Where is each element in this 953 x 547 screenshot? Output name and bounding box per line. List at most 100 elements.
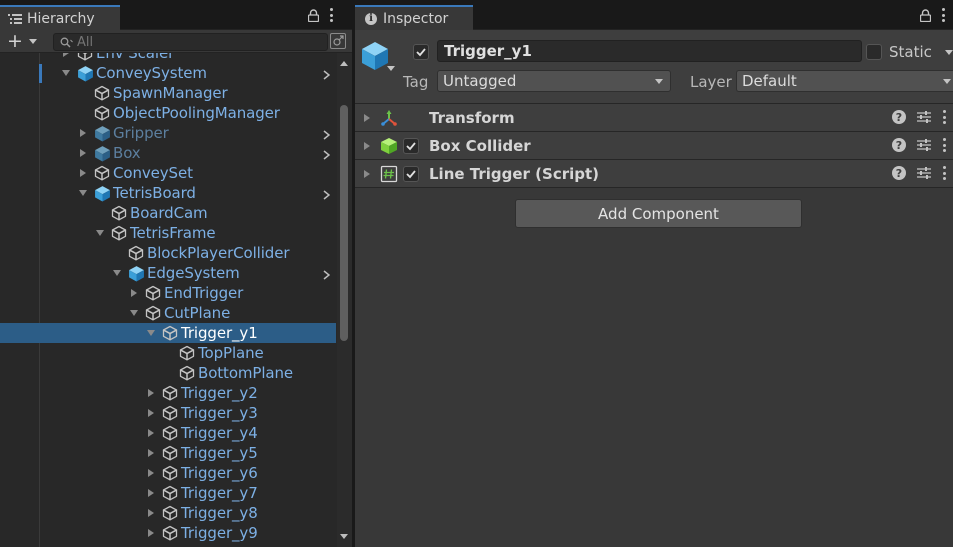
more-options-icon[interactable] [329,8,333,22]
collapse-arrow-icon[interactable] [60,63,72,83]
layer-dropdown[interactable]: Default [736,70,953,92]
tree-row[interactable]: ConveySet [0,163,336,183]
open-prefab-arrow-icon[interactable] [323,268,331,280]
transform-icon [381,110,397,126]
tree-row[interactable]: TetrisFrame [0,223,336,243]
tree-row[interactable]: Trigger_y5 [0,443,336,463]
tree-row[interactable]: SpawnManager [0,83,336,103]
expand-arrow-icon[interactable] [145,383,157,403]
component-tools: ? [892,110,946,124]
tab-inspector[interactable]: i Inspector [355,5,473,30]
tree-row-selected[interactable]: Trigger_y1 [0,323,336,343]
tree-row[interactable]: Trigger_y2 [0,383,336,403]
expand-arrow-icon[interactable] [364,142,370,150]
help-icon[interactable]: ? [892,166,906,180]
lock-icon[interactable] [920,8,931,22]
scrollbar-thumb[interactable] [340,105,348,341]
expand-arrow-icon[interactable] [145,423,157,443]
component-enabled-checkbox[interactable] [403,166,419,182]
open-prefab-arrow-icon[interactable] [323,68,331,80]
tree-row[interactable]: ConveySystem [0,63,336,83]
tree-row[interactable]: CutPlane [0,303,336,323]
more-options-icon[interactable] [941,8,945,22]
component-line-trigger[interactable]: Line Trigger (Script) ? [355,160,953,188]
expand-arrow-icon[interactable] [77,123,89,143]
collapse-arrow-icon[interactable] [94,223,106,243]
tree-row[interactable]: TopPlane [0,343,336,363]
create-dropdown-icon[interactable] [29,39,37,44]
static-checkbox[interactable] [866,44,882,60]
tree-row[interactable]: Gripper [0,123,336,143]
expand-arrow-icon[interactable] [145,443,157,463]
tree-row[interactable]: TetrisBoard [0,183,336,203]
open-prefab-arrow-icon[interactable] [323,148,331,160]
open-prefab-arrow-icon[interactable] [323,128,331,140]
static-dropdown-icon[interactable] [945,50,953,55]
tree-row[interactable]: EdgeSystem [0,263,336,283]
expand-arrow-icon[interactable] [60,53,72,63]
tree-row[interactable]: ObjectPoolingManager [0,103,336,123]
tree-row-label: TopPlane [198,344,264,362]
collapse-arrow-icon[interactable] [128,303,140,323]
expand-arrow-icon[interactable] [128,283,140,303]
open-prefab-arrow-icon[interactable] [323,188,331,200]
tree-row[interactable]: Trigger_y8 [0,503,336,523]
tree-row[interactable]: Trigger_y9 [0,523,336,543]
component-box-collider[interactable]: Box Collider ? [355,132,953,160]
object-name-field[interactable]: Trigger_y1 [437,40,862,62]
help-icon[interactable]: ? [892,138,906,152]
expand-arrow-icon[interactable] [145,463,157,483]
info-icon: i [365,12,377,25]
gameobject-icon [161,463,179,483]
presets-icon[interactable] [916,166,932,180]
create-button[interactable]: + [7,32,23,51]
expand-arrow-icon[interactable] [145,503,157,523]
tree-row[interactable]: Env Scaler [0,53,336,63]
component-menu-icon[interactable] [942,138,946,152]
tree-row[interactable]: BlockPlayerCollider [0,243,336,263]
tree-row[interactable]: BottomPlane [0,363,336,383]
add-component-button[interactable]: Add Component [515,199,802,228]
search-field[interactable] [53,33,328,51]
expand-arrow-icon[interactable] [364,114,370,122]
presets-icon[interactable] [916,110,932,124]
tree-row[interactable]: Trigger_y4 [0,423,336,443]
tree-row[interactable]: EndTrigger [0,283,336,303]
active-checkbox[interactable] [413,44,429,60]
tab-hierarchy-label: Hierarchy [27,10,95,27]
search-scene-button[interactable] [330,33,346,49]
expand-arrow-icon[interactable] [77,163,89,183]
tree-row[interactable]: Box [0,143,336,163]
component-menu-icon[interactable] [942,166,946,180]
expand-arrow-icon[interactable] [145,523,157,543]
tree-row-label: ObjectPoolingManager [113,104,280,122]
icon-picker-dropdown-icon[interactable] [387,66,395,71]
gameobject-cube-icon[interactable] [360,40,390,72]
collapse-arrow-icon[interactable] [111,263,123,283]
help-icon[interactable]: ? [892,110,906,124]
collapse-arrow-icon[interactable] [77,183,89,203]
tree-row[interactable]: Trigger_y3 [0,403,336,423]
component-transform[interactable]: Transform ? [355,104,953,132]
expand-arrow-icon[interactable] [364,170,370,178]
expand-arrow-icon[interactable] [145,483,157,503]
scroll-down-icon[interactable] [340,534,348,539]
lock-icon[interactable] [308,8,319,22]
tree-row[interactable]: BoardCam [0,203,336,223]
tree-row[interactable]: Trigger_y6 [0,463,336,483]
tree-row-label: Trigger_y9 [181,524,258,542]
search-input[interactable] [77,34,307,50]
component-enabled-checkbox[interactable] [403,138,419,154]
expand-arrow-icon[interactable] [145,403,157,423]
expand-arrow-icon[interactable] [77,143,89,163]
tree-row[interactable]: Trigger_y7 [0,483,336,503]
tag-dropdown[interactable]: Untagged [437,70,671,92]
gameobject-icon [161,443,179,463]
hierarchy-scrollbar[interactable] [337,53,352,547]
component-menu-icon[interactable] [942,110,946,124]
prefab-icon [76,63,94,83]
scroll-up-icon[interactable] [340,61,348,66]
tab-hierarchy[interactable]: Hierarchy [0,5,120,30]
collapse-arrow-icon[interactable] [145,323,157,343]
presets-icon[interactable] [916,138,932,152]
